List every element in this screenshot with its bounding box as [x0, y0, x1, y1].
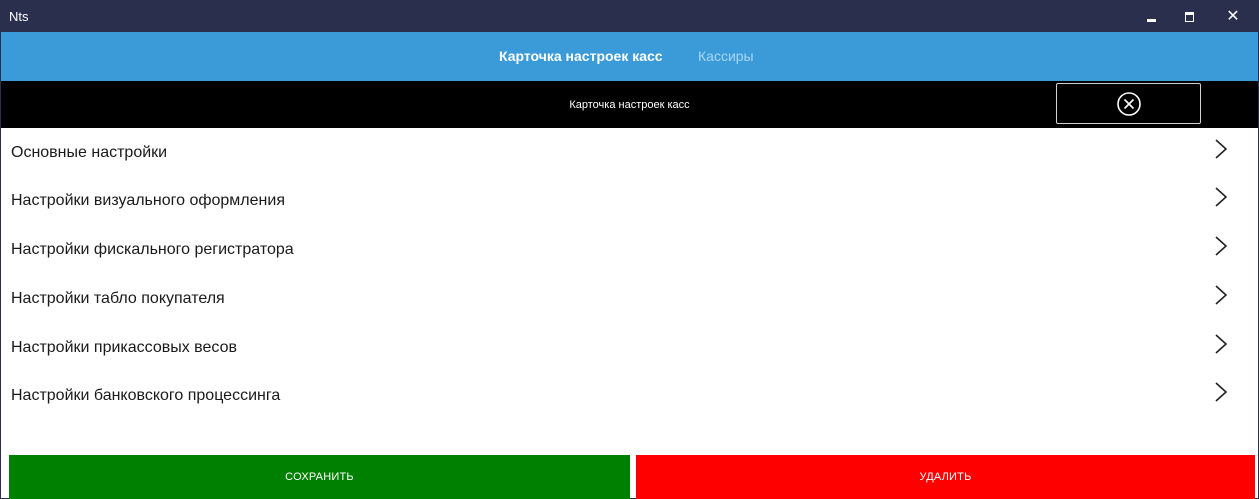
chevron-right-icon: [1215, 285, 1228, 305]
close-window-button[interactable]: ✕: [1215, 1, 1251, 32]
chevron-right-icon: [1215, 236, 1228, 256]
maximize-icon: [1184, 11, 1194, 22]
menu-item-label: Настройки фискального регистратора: [11, 241, 294, 258]
menu-item-basic-settings[interactable]: Основные настройки: [1, 128, 1258, 177]
circle-x-icon: [1116, 91, 1141, 116]
chevron-right-icon: [1215, 139, 1228, 159]
chevron-right-icon: [1215, 382, 1228, 402]
close-icon: ✕: [1226, 7, 1240, 25]
menu-item-label: Настройки прикассовых весов: [11, 339, 237, 356]
minimize-button[interactable]: [1133, 1, 1169, 32]
delete-button[interactable]: УДАЛИТЬ: [636, 455, 1255, 499]
header-close-button[interactable]: [1056, 83, 1201, 124]
menu-item-bank-processing-settings[interactable]: Настройки банковского процессинга: [1, 371, 1258, 420]
minimize-icon: [1146, 18, 1156, 22]
window-title: Nts: [9, 9, 29, 24]
menu-item-label: Настройки банковского процессинга: [11, 387, 281, 404]
menu-item-label: Настройки визуального оформления: [11, 192, 285, 209]
menu-item-customer-display-settings[interactable]: Настройки табло покупателя: [1, 274, 1258, 323]
chevron-right-icon: [1215, 187, 1228, 207]
menu-item-fiscal-registrar-settings[interactable]: Настройки фискального регистратора: [1, 225, 1258, 274]
chevron-right-icon: [1215, 334, 1228, 354]
app-window: Nts ✕ Карточка настроек касс Кассиры Кар…: [0, 0, 1259, 499]
save-button[interactable]: СОХРАНИТЬ: [9, 455, 630, 499]
menu-item-label: Настройки табло покупателя: [11, 290, 225, 307]
tab-bar: Карточка настроек касс Кассиры: [1, 32, 1258, 81]
title-bar: Nts ✕: [1, 1, 1258, 32]
footer-actions: СОХРАНИТЬ УДАЛИТЬ: [1, 455, 1258, 499]
tab-cash-register-settings[interactable]: Карточка настроек касс: [499, 48, 663, 64]
tab-cashiers[interactable]: Кассиры: [698, 48, 754, 64]
maximize-button[interactable]: [1171, 1, 1207, 32]
menu-item-visual-settings[interactable]: Настройки визуального оформления: [1, 176, 1258, 225]
menu-item-label: Основные настройки: [11, 144, 168, 161]
header-bar: Карточка настроек касс: [1, 81, 1258, 128]
menu-item-scales-settings[interactable]: Настройки прикассовых весов: [1, 323, 1258, 372]
